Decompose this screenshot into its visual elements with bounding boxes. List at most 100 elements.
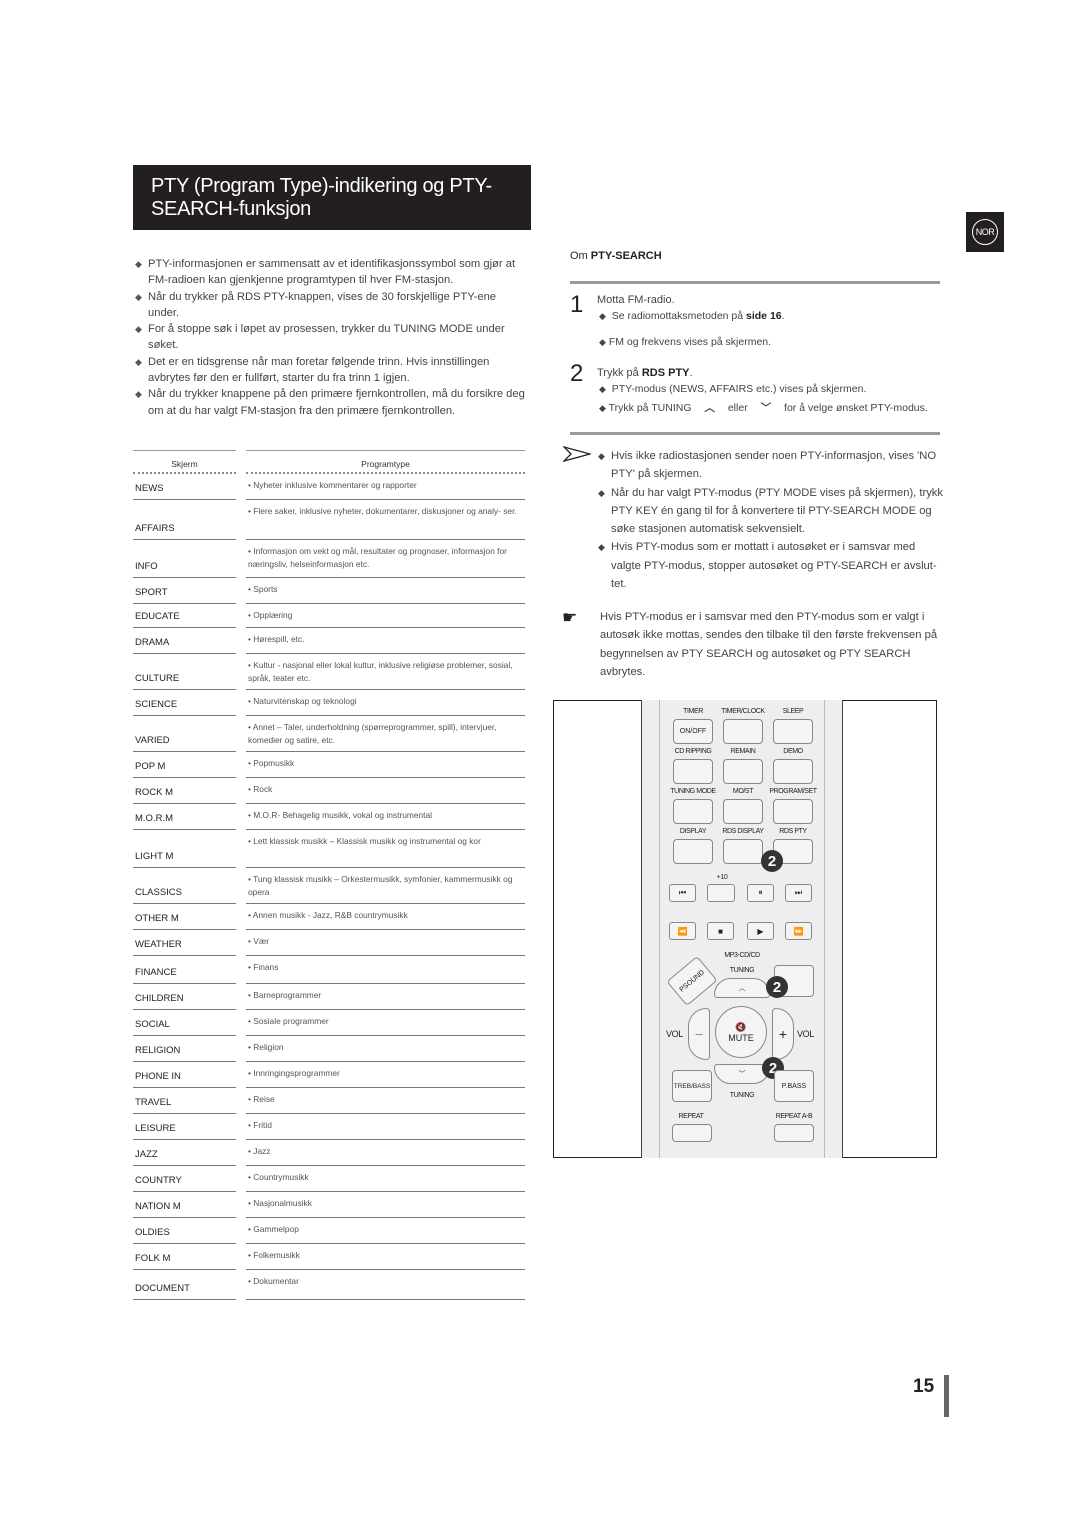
pty-description: • Barneprogrammer <box>246 984 525 1010</box>
table-row: WEATHER • Vær <box>133 930 525 956</box>
step-2-sub-1: ◆ PTY-modus (NEWS, AFFAIRS etc.) vises p… <box>599 383 867 395</box>
pty-search-heading: Om PTY-SEARCH <box>570 250 662 262</box>
fast-forward-icon[interactable]: ⏩ <box>785 922 812 940</box>
chevron-up-icon: ︿ <box>704 402 715 414</box>
remote-button-label: TIMER <box>683 708 703 715</box>
mute-button[interactable]: 🔇 MUTE <box>715 1006 767 1058</box>
stop-icon[interactable]: ■ <box>707 922 734 940</box>
remote-button-mo-st[interactable] <box>723 799 763 824</box>
table-row: CHILDREN • Barneprogrammer <box>133 984 525 1010</box>
diamond-bullet-icon: ◆ <box>598 451 605 461</box>
pty-code: PHONE IN <box>133 1062 236 1088</box>
diamond-bullet-icon: ◆ <box>135 356 142 367</box>
page-number: 15 <box>913 1376 935 1397</box>
remote-button-label: DEMO <box>783 748 803 755</box>
chevron-down-icon: ﹀ <box>760 402 772 414</box>
column-header-programtype: Programtype <box>246 450 525 474</box>
pty-description: • Rock <box>246 778 525 804</box>
pty-description: • Kultur - nasjonal eller lokal kultur, … <box>246 654 525 690</box>
pty-code: NATION M <box>133 1192 236 1218</box>
pty-description: • Jazz <box>246 1140 525 1166</box>
remote-button-program-set[interactable] <box>773 799 813 824</box>
table-row: SCIENCE • Naturvitenskap og teknologi <box>133 690 525 716</box>
pbass-button[interactable]: P.BASS <box>774 1070 814 1102</box>
pty-code: COUNTRY <box>133 1166 236 1192</box>
note-arrow-icon <box>563 446 591 462</box>
pty-code: OTHER M <box>133 904 236 930</box>
pty-code: FINANCE <box>133 956 236 984</box>
rewind-icon[interactable]: ⏪ <box>669 922 696 940</box>
title-line-2: SEARCH-funksjon <box>151 198 312 220</box>
table-row: OTHER M • Annen musikk - Jazz, R&B countr… <box>133 904 525 930</box>
pty-code: CLASSICS <box>133 868 236 904</box>
plus10-button[interactable] <box>707 884 735 902</box>
step-1-sub-1: ◆ Se radiomottaksmetoden på side 16. <box>599 310 785 322</box>
play-icon[interactable]: ▶ <box>747 922 774 940</box>
pty-description: • Finans <box>246 956 525 984</box>
remote-button-timer-clock[interactable] <box>723 719 763 744</box>
diamond-bullet-icon: ◆ <box>135 259 142 269</box>
repeat-ab-button[interactable] <box>774 1124 814 1142</box>
remote-button-display[interactable] <box>673 839 713 864</box>
previous-track-icon[interactable]: ⏮ <box>669 884 696 902</box>
intro-bullet: ◆ Når du trykker knappene på den primære … <box>135 388 525 417</box>
pty-code: TRAVEL <box>133 1088 236 1114</box>
pty-table: Skjerm Programtype NEWS • Nyheter inklusi… <box>133 450 525 1300</box>
remote-button-label: CD RIPPING <box>674 748 712 755</box>
table-row: TRAVEL • Reise <box>133 1088 525 1114</box>
table-row: JAZZ • Jazz <box>133 1140 525 1166</box>
remote-button-remain[interactable] <box>723 759 763 784</box>
remote-button-demo[interactable] <box>773 759 813 784</box>
pty-code: CULTURE <box>133 654 236 690</box>
pty-description: • Nasjonalmusikk <box>246 1192 525 1218</box>
note-item: ◆ Hvis PTY-modus som er mottatt i autosøk… <box>598 538 943 593</box>
treb-bass-button[interactable]: TREB/BASS <box>672 1070 712 1102</box>
remote-button-sleep[interactable] <box>773 719 813 744</box>
remote-button-cd-ripping[interactable] <box>673 759 713 784</box>
mp3-cd-label: MP3-CD/CD <box>724 952 760 959</box>
pause-icon[interactable]: ⏸ <box>747 884 774 902</box>
pointing-hand-icon: ☛ <box>562 608 578 627</box>
table-row: VARIED • Annet – Taler, underholdning (sp… <box>133 716 525 752</box>
pty-description: • Reise <box>246 1088 525 1114</box>
table-row: FOLK M • Folkemusikk <box>133 1244 525 1270</box>
diamond-bullet-icon: ◆ <box>599 403 606 413</box>
hand-note: Hvis PTY-modus er i samsvar med den PTY-… <box>600 611 938 678</box>
remote-button-label: SLEEP <box>782 708 804 715</box>
tuning-up-label: TUNING <box>729 967 755 974</box>
pty-description: • Dokumentar <box>246 1270 525 1300</box>
table-row: INFO • Informasjon om vekt og mål, result… <box>133 540 525 578</box>
pty-code: CHILDREN <box>133 984 236 1010</box>
remote-button-timer[interactable]: ON/OFF <box>673 719 713 744</box>
remote-control: TIMER ON/OFF TIMER/CLOCK SLEEP CD RIPPING REM… <box>641 700 843 1158</box>
tuning-up-button[interactable]: ︿ <box>714 978 770 998</box>
pty-description: • Religion <box>246 1036 525 1062</box>
step-number: 1 <box>570 291 584 318</box>
section-title: PTY (Program Type)-indikering og PTY- SE… <box>133 165 531 230</box>
diamond-bullet-icon: ◆ <box>599 384 606 394</box>
table-row: CLASSICS • Tung klassisk musikk – Orkeste… <box>133 868 525 904</box>
step-callout-badge: 2 <box>766 976 788 998</box>
pty-description: • Countrymusikk <box>246 1166 525 1192</box>
next-track-icon[interactable]: ⏭ <box>785 884 812 902</box>
repeat-button[interactable] <box>672 1124 712 1142</box>
pty-code: ROCK M <box>133 778 236 804</box>
pty-code: JAZZ <box>133 1140 236 1166</box>
remote-button-rds-display[interactable] <box>723 839 763 864</box>
table-row: RELIGION • Religion <box>133 1036 525 1062</box>
diamond-bullet-icon: ◆ <box>599 311 606 321</box>
repeat-ab-label: REPEAT A-B <box>775 1113 813 1120</box>
pty-code: M.O.R.M <box>133 804 236 830</box>
step-number: 2 <box>570 360 584 387</box>
pty-code: OLDIES <box>133 1218 236 1244</box>
pty-description: • Lett klassisk musikk – Klassisk musikk… <box>246 830 525 868</box>
table-row: DOCUMENT • Dokumentar <box>133 1270 525 1300</box>
table-row: DRAMA • Hørespill, etc. <box>133 628 525 654</box>
pty-description: • Sosiale programmer <box>246 1010 525 1036</box>
volume-down-button[interactable]: — <box>688 1008 710 1060</box>
intro-bullet: ◆ Når du trykker på RDS PTY-knappen, vise… <box>135 290 497 319</box>
note-item: ◆ Hvis ikke radiostasjonen sender noen PT… <box>598 447 943 484</box>
page-link[interactable]: side 16 <box>746 310 782 322</box>
remote-button-tuning-mode[interactable] <box>673 799 713 824</box>
intro-bullet-list: ◆ PTY-informasjonen er sammensatt av et i… <box>135 256 530 419</box>
